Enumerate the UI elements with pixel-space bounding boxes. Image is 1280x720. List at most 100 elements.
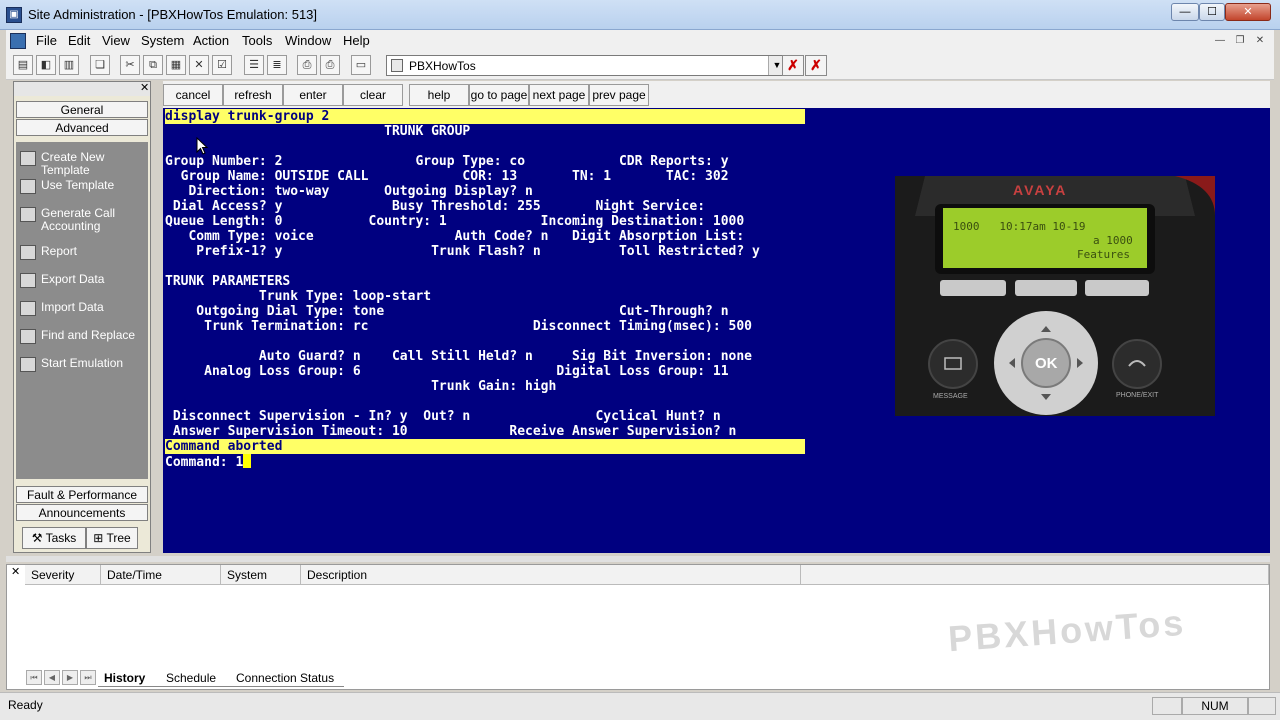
session-select[interactable]: PBXHowTos ▼ [386,55,786,76]
find-icon [20,329,36,344]
status-indicator [1248,697,1276,715]
session-icon [391,59,403,72]
copy-icon[interactable]: ⧉ [143,55,163,75]
column-description[interactable]: Description [301,565,801,585]
group-general[interactable]: General [16,101,148,118]
emulation-icon [20,357,36,372]
phone-message-label: MESSAGE [933,393,968,400]
disconnect-all-icon[interactable]: ✗ [805,55,827,76]
properties-icon[interactable]: ☑ [212,55,232,75]
terminal-line: Outgoing Dial Type: tone Cut-Through? n [165,304,729,319]
menu-file[interactable]: File [36,33,57,48]
close-icon[interactable]: ✕ [11,567,20,578]
first-tab-icon[interactable]: ⏮ [26,670,42,685]
group-fault-performance[interactable]: Fault & Performance [16,486,148,503]
menu-tools[interactable]: Tools [242,33,272,48]
delete-icon[interactable]: ✕ [189,55,209,75]
next-tab-icon[interactable]: ▶ [62,670,78,685]
mdi-close-icon[interactable]: ✕ [1252,34,1268,48]
terminal-line: TRUNK PARAMETERS [165,274,291,289]
title-bar: ▣ Site Administration - [PBXHowTos Emula… [0,0,1280,30]
column-severity[interactable]: Severity [25,565,101,585]
menu-help[interactable]: Help [343,33,370,48]
task-panel: ✕ General Advanced Create New Template U… [13,81,151,553]
mouse-pointer-icon [196,137,208,155]
terminal-line: Prefix-1? y Trunk Flash? n Toll Restrict… [165,244,760,259]
column-system[interactable]: System [221,565,301,585]
prev-page-button[interactable]: prev page [589,84,649,106]
print-icon[interactable]: ⎙ [320,55,340,75]
detail-view-icon[interactable]: ≣ [267,55,287,75]
terminal-prompt[interactable]: Command: 1 [165,454,252,470]
tab-tasks[interactable]: ⚒ Tasks [22,527,86,549]
tab-strip-line [98,669,344,687]
cascade-icon[interactable]: ❏ [90,55,110,75]
help-button[interactable]: help [409,84,469,106]
terminal-line: Comm Type: voice Auth Code? n Digit Abso… [165,229,745,244]
enter-button[interactable]: enter [283,84,343,106]
column-filler [801,565,1269,585]
menu-view[interactable]: View [102,33,130,48]
phone-brand-logo: AVAYA [1013,182,1068,198]
disconnect-icon[interactable]: ✗ [782,55,804,76]
terminal-command-line: display trunk-group 2 [165,109,805,124]
group-advanced[interactable]: Advanced [16,119,148,136]
import-icon [20,301,36,316]
go-to-page-button[interactable]: go to page [469,84,529,106]
export-icon [20,273,36,288]
terminal-line: Trunk Termination: rc Disconnect Timing(… [165,319,752,334]
terminal-prompt-text: Command: 1 [165,455,244,470]
splitter[interactable] [6,556,1270,562]
session-select-value: PBXHowTos [409,59,476,73]
terminal-line: Dial Access? y Busy Threshold: 255 Night… [165,199,706,214]
new-icon[interactable]: ▤ [13,55,33,75]
phone-exit-label: PHONE/EXIT [1116,392,1159,399]
tab-tree[interactable]: ⊞ Tree [86,527,138,549]
menu-system[interactable]: System [141,33,184,48]
cancel-button[interactable]: cancel [163,84,223,106]
next-page-button[interactable]: next page [529,84,589,106]
task-panel-header [14,82,150,96]
terminal-line: Group Number: 2 Group Type: co CDR Repor… [165,154,729,169]
report-icon[interactable]: ▭ [351,55,371,75]
app-icon: ▣ [6,7,22,23]
cut-icon[interactable]: ✂ [120,55,140,75]
terminal-line: Trunk Type: loop-start [165,289,432,304]
group-announcements[interactable]: Announcements [16,504,148,521]
task-list: Create New Template Use Template Generat… [16,142,148,479]
menu-action[interactable]: Action [193,33,229,48]
maximize-button[interactable]: ☐ [1199,3,1225,21]
close-button[interactable]: ✕ [1225,3,1271,21]
refresh-button[interactable]: refresh [223,84,283,106]
list-view-icon[interactable]: ☰ [244,55,264,75]
status-text: Ready [8,698,43,712]
phone-screen-line2: a 1000 [1093,234,1133,247]
menu-edit[interactable]: Edit [68,33,90,48]
status-bar: Ready NUM [0,692,1280,720]
text-cursor [243,454,252,468]
print-preview-icon[interactable]: ⎙ [297,55,317,75]
close-icon[interactable]: ✕ [140,83,149,94]
template-icon [20,151,36,166]
document-icon[interactable] [10,33,26,49]
mdi-restore-icon[interactable]: ❐ [1232,34,1248,48]
tree-icon: ⊞ [93,531,107,545]
open-icon[interactable]: ◧ [36,55,56,75]
prev-tab-icon[interactable]: ◀ [44,670,60,685]
num-lock-indicator: NUM [1182,697,1248,715]
clear-button[interactable]: clear [343,84,403,106]
terminal-status-line: Command aborted [165,439,805,454]
column-date-time[interactable]: Date/Time [101,565,221,585]
menu-window[interactable]: Window [285,33,331,48]
status-indicator [1152,697,1182,715]
template-icon [20,179,36,194]
mdi-minimize-icon[interactable]: — [1212,34,1228,48]
terminal-line: Trunk Gain: high [165,379,557,394]
save-icon[interactable]: ▥ [59,55,79,75]
window-title: Site Administration - [PBXHowTos Emulati… [28,7,318,22]
paste-icon[interactable]: ▦ [166,55,186,75]
terminal-line: Queue Length: 0 Country: 1 Incoming Dest… [165,214,745,229]
last-tab-icon[interactable]: ⏭ [80,670,96,685]
phone-ok-button: OK [1035,355,1058,372]
minimize-button[interactable]: — [1171,3,1199,21]
